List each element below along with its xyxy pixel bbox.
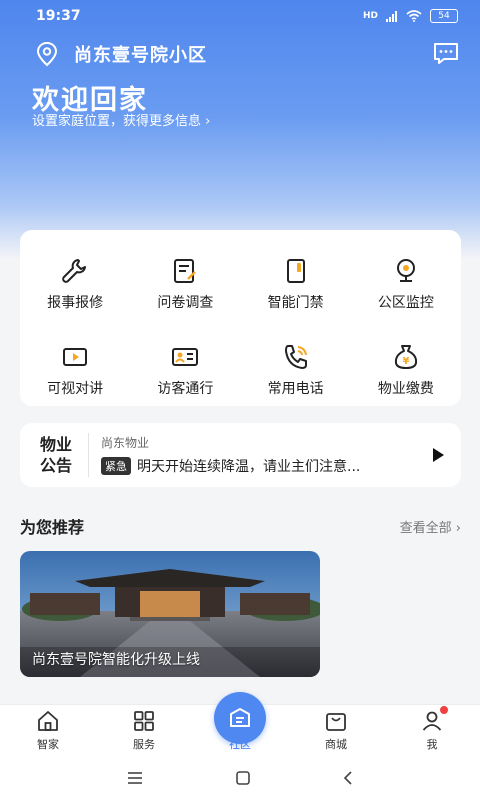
wifi-icon <box>406 10 422 22</box>
service-grid-card: 报事报修 问卷调查 智能门禁 公区监控 可视对讲 访客通行 常用电话 ¥ 物业缴… <box>20 230 461 406</box>
notice-title-line2: 公告 <box>39 456 72 475</box>
tab-me[interactable]: 我 <box>392 706 472 752</box>
service-phone[interactable]: 常用电话 <box>241 342 351 398</box>
play-icon[interactable] <box>429 446 447 464</box>
tab-label: 商城 <box>325 738 347 751</box>
menu-icon[interactable] <box>126 771 144 785</box>
notice-body: 尚东物业 紧急 明天开始连续降温，请业主们注意... <box>101 434 421 476</box>
video-icon <box>60 342 90 372</box>
network-label: HD <box>362 11 378 21</box>
recommend-item[interactable]: 尚东壹号院智能化升级上线 <box>20 551 320 677</box>
notification-dot <box>440 706 448 714</box>
notice-line: 紧急 明天开始连续降温，请业主们注意... <box>101 456 421 476</box>
recommend-title: 为您推荐 <box>20 518 85 537</box>
service-monitor[interactable]: 公区监控 <box>351 256 461 312</box>
door-icon <box>281 256 311 286</box>
location-pin-icon[interactable] <box>34 41 60 67</box>
phone-icon <box>281 342 311 372</box>
recommend-caption: 尚东壹号院智能化升级上线 <box>32 652 200 668</box>
community-name[interactable]: 尚东壹号院小区 <box>74 41 432 67</box>
wrench-icon <box>60 256 90 286</box>
service-grid: 报事报修 问卷调查 智能门禁 公区监控 可视对讲 访客通行 常用电话 ¥ 物业缴… <box>20 256 461 398</box>
property-notice-card[interactable]: 物业 公告 尚东物业 紧急 明天开始连续降温，请业主们注意... <box>20 423 461 487</box>
service-label: 可视对讲 <box>47 381 104 397</box>
message-icon[interactable] <box>432 41 460 67</box>
cell-signal-icon <box>386 10 397 22</box>
service-label: 常用电话 <box>267 381 324 397</box>
set-home-location-link[interactable]: 设置家庭位置，获得更多信息 › <box>32 110 210 129</box>
tab-services[interactable]: 服务 <box>104 708 184 752</box>
service-label: 智能门禁 <box>267 295 324 311</box>
tab-label: 我 <box>426 738 438 751</box>
shop-bag-icon <box>323 708 349 734</box>
status-bar: 19:37 HD 54 <box>0 0 480 32</box>
system-nav-bar <box>0 756 480 800</box>
service-payment[interactable]: ¥ 物业缴费 <box>351 342 461 398</box>
service-label: 物业缴费 <box>377 381 434 397</box>
service-repair[interactable]: 报事报修 <box>20 256 130 312</box>
tab-home[interactable]: 智家 <box>8 708 88 752</box>
service-label: 访客通行 <box>157 381 214 397</box>
urgent-badge: 紧急 <box>101 457 131 475</box>
home-square-icon[interactable] <box>235 770 251 786</box>
camera-icon <box>391 256 421 286</box>
service-survey[interactable]: 问卷调查 <box>130 256 240 312</box>
notice-source: 尚东物业 <box>101 436 150 450</box>
grid-icon <box>131 708 157 734</box>
service-smart-door[interactable]: 智能门禁 <box>241 256 351 312</box>
home-icon <box>35 708 61 734</box>
status-icons: HD 54 <box>363 9 458 23</box>
notice-title: 物业 公告 <box>36 434 76 476</box>
battery-indicator: 54 <box>430 9 458 23</box>
view-all-link[interactable]: 查看全部 › <box>400 517 461 536</box>
notice-title-line1: 物业 <box>39 435 72 454</box>
service-video-intercom[interactable]: 可视对讲 <box>20 342 130 398</box>
tab-shop[interactable]: 商城 <box>296 708 376 752</box>
status-time: 19:37 <box>36 8 81 24</box>
recommend-header: 为您推荐 查看全部 › <box>20 514 461 538</box>
service-label: 报事报修 <box>47 295 104 311</box>
community-icon <box>230 708 250 727</box>
id-card-icon <box>170 342 200 372</box>
service-visitor-pass[interactable]: 访客通行 <box>130 342 240 398</box>
svg-text:¥: ¥ <box>402 356 409 367</box>
service-label: 问卷调查 <box>157 295 214 311</box>
money-bag-icon: ¥ <box>391 342 421 372</box>
notice-text: 明天开始连续降温，请业主们注意... <box>137 459 361 475</box>
back-icon[interactable] <box>342 770 354 786</box>
community-center-button[interactable] <box>214 692 266 744</box>
survey-icon <box>170 256 200 286</box>
tab-label: 智家 <box>37 738 59 751</box>
tab-label: 服务 <box>133 738 155 751</box>
top-bar: 尚东壹号院小区 <box>0 36 480 72</box>
service-label: 公区监控 <box>377 295 434 311</box>
notice-divider <box>88 433 89 477</box>
